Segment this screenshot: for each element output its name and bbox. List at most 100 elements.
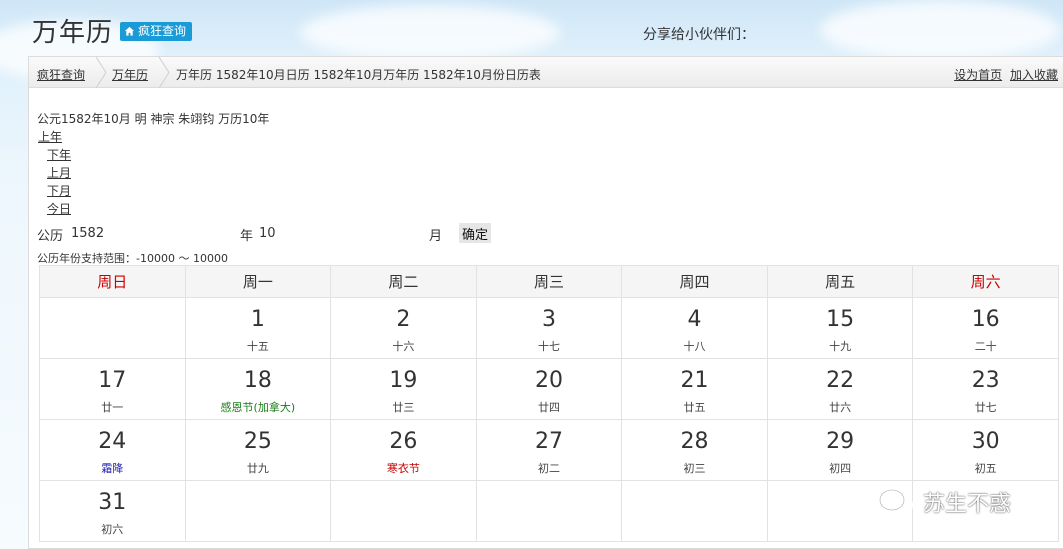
day-number: 27 — [534, 429, 563, 454]
lunar-date: 初六 — [101, 523, 124, 536]
year-range-note: 公历年份支持范围：-10000 ～ 10000 — [37, 252, 228, 265]
calendar-week-row: 24 霜降 25 廿九 26 寒衣节 27 初二 28 初三 29 初四 30 初五 — [39, 419, 1059, 481]
calendar-empty-cell — [330, 480, 477, 542]
prev-year-link[interactable]: 上年 — [38, 128, 62, 145]
lunar-date: 廿四 — [537, 401, 560, 414]
calendar-day-cell[interactable]: 31 初六 — [39, 480, 186, 542]
home-icon — [124, 26, 135, 36]
breadcrumb-separator-icon — [95, 56, 107, 89]
weekday-header: 周二 — [330, 265, 477, 298]
calendar-day-cell[interactable]: 27 初二 — [475, 419, 623, 481]
lunar-date: 十七 — [537, 340, 560, 353]
day-number: 16 — [971, 307, 1000, 332]
day-number: 29 — [826, 429, 855, 454]
site-badge-label: 疯狂查询 — [138, 24, 187, 38]
share-label: 分享给小伙伴们： — [643, 27, 755, 43]
calendar-day-cell[interactable]: 29 初四 — [766, 419, 914, 481]
watermark: 苏生不惑 — [877, 486, 1011, 518]
day-number: 17 — [98, 368, 127, 393]
lunar-date: 十六 — [392, 340, 415, 353]
calendar-day-cell[interactable]: 4 十八 — [621, 297, 768, 359]
site-badge-link[interactable]: 疯狂查询 — [120, 22, 193, 41]
weekday-header: 周三 — [475, 265, 623, 298]
weekday-header: 周四 — [621, 265, 768, 298]
confirm-button[interactable]: 确定 — [459, 223, 492, 243]
calendar-day-cell[interactable]: 17 廿一 — [39, 358, 186, 420]
lunar-date: 廿五 — [683, 401, 706, 414]
weekday-header-row: 周日 周一 周二 周三 周四 周五 周六 — [39, 265, 1059, 298]
calendar-day-cell[interactable]: 2 十六 — [330, 297, 477, 359]
calendar-day-cell[interactable]: 22 廿六 — [766, 358, 914, 420]
month-input[interactable] — [259, 223, 419, 243]
lunar-date: 初四 — [829, 462, 852, 475]
lunar-date: 霜降 — [101, 462, 124, 475]
year-input[interactable] — [71, 223, 231, 243]
set-home-link[interactable]: 设为首页 — [954, 68, 1002, 82]
weekday-header: 周日 — [39, 265, 186, 298]
calendar-day-cell[interactable]: 25 廿九 — [184, 419, 332, 481]
calendar-type-label: 公历 — [37, 229, 64, 244]
lunar-date: 廿七 — [974, 401, 997, 414]
calendar-day-cell[interactable]: 18 感恩节(加拿大) — [184, 358, 332, 420]
breadcrumb-current: 万年历 1582年10月日历 1582年10月万年历 1582年10月份日历表 — [176, 68, 541, 82]
today-link[interactable]: 今日 — [47, 200, 71, 217]
weekday-header: 周一 — [184, 265, 332, 298]
day-number: 24 — [98, 429, 127, 454]
day-number: 30 — [971, 429, 1000, 454]
calendar-empty-cell — [621, 480, 768, 542]
day-number: 23 — [971, 368, 1000, 393]
year-unit-label: 年 — [240, 229, 254, 244]
calendar-empty-cell — [39, 297, 186, 359]
calendar-day-cell[interactable]: 28 初三 — [621, 419, 768, 481]
lunar-date: 二十 — [974, 340, 997, 353]
day-number: 31 — [98, 490, 127, 515]
calendar-week-row: 1 十五 2 十六 3 十七 4 十八 15 十九 16 二十 — [39, 297, 1059, 359]
lunar-date: 廿九 — [246, 462, 269, 475]
calendar-day-cell[interactable]: 26 寒衣节 — [330, 419, 477, 481]
calendar-empty-cell — [184, 480, 332, 542]
lunar-date: 廿六 — [829, 401, 852, 414]
bar-links: 设为首页 加入收藏 — [950, 66, 1058, 83]
calendar-day-cell[interactable]: 3 十七 — [475, 297, 623, 359]
day-number: 21 — [680, 368, 709, 393]
calendar-day-cell[interactable]: 16 二十 — [912, 297, 1059, 359]
breadcrumb-section[interactable]: 万年历 — [112, 66, 148, 83]
lunar-date: 初二 — [537, 462, 560, 475]
calendar-empty-cell — [475, 480, 623, 542]
weekday-header: 周六 — [912, 265, 1059, 298]
calendar-day-cell[interactable]: 20 廿四 — [475, 358, 623, 420]
page-header: 万年历 疯狂查询 分享给小伙伴们： — [0, 0, 1063, 56]
day-number: 2 — [396, 307, 411, 332]
lunar-date: 廿一 — [101, 401, 124, 414]
calendar-day-cell[interactable]: 23 廿七 — [912, 358, 1059, 420]
next-month-link[interactable]: 下月 — [47, 182, 71, 199]
add-bookmark-link[interactable]: 加入收藏 — [1010, 68, 1058, 82]
lunar-date: 十五 — [246, 340, 269, 353]
calendar-day-cell[interactable]: 24 霜降 — [39, 419, 186, 481]
era-info: 公元1582年10月 明 神宗 朱翊钧 万历10年 — [37, 112, 270, 126]
calendar-day-cell[interactable]: 15 十九 — [766, 297, 914, 359]
calendar-day-cell[interactable]: 1 十五 — [184, 297, 332, 359]
weekday-header: 周五 — [766, 265, 914, 298]
calendar-day-cell[interactable]: 21 廿五 — [621, 358, 768, 420]
watermark-text: 苏生不惑 — [923, 492, 1012, 517]
lunar-date: 十八 — [683, 340, 706, 353]
lunar-date: 十九 — [829, 340, 852, 353]
lunar-date: 初五 — [974, 462, 997, 475]
day-number: 18 — [243, 368, 272, 393]
day-number: 4 — [687, 307, 702, 332]
breadcrumb: 疯狂查询 万年历 万年历 1582年10月日历 1582年10月万年历 1582… — [29, 56, 1063, 89]
prev-month-link[interactable]: 上月 — [47, 164, 71, 181]
calendar-day-cell[interactable]: 19 廿三 — [330, 358, 477, 420]
main-panel: 疯狂查询 万年历 万年历 1582年10月日历 1582年10月万年历 1582… — [28, 56, 1063, 549]
date-form: 公历 年 月 确定 — [37, 223, 597, 244]
lunar-date: 感恩节(加拿大) — [220, 401, 296, 414]
calendar-day-cell[interactable]: 30 初五 — [912, 419, 1059, 481]
calendar-week-row: 17 廿一 18 感恩节(加拿大) 19 廿三 20 廿四 21 廿五 22 廿六 23 廿七 — [39, 358, 1059, 420]
day-number: 19 — [389, 368, 418, 393]
day-number: 22 — [826, 368, 855, 393]
breadcrumb-home[interactable]: 疯狂查询 — [37, 66, 85, 83]
day-number: 28 — [680, 429, 709, 454]
next-year-link[interactable]: 下年 — [47, 146, 71, 163]
lunar-date: 寒衣节 — [386, 462, 420, 475]
